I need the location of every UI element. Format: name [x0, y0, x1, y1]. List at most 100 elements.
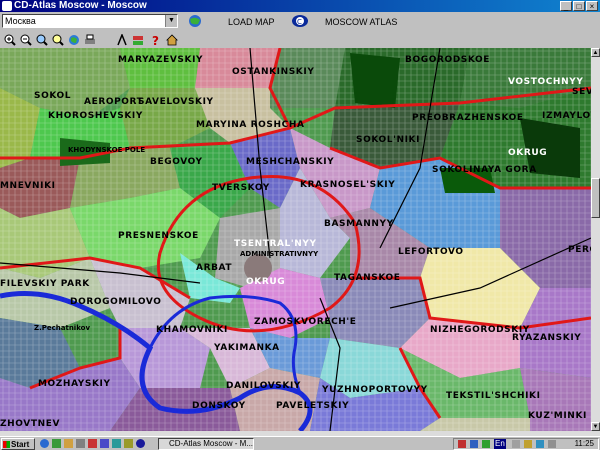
home-icon[interactable]	[166, 34, 178, 46]
help-icon[interactable]: ?	[150, 34, 162, 46]
district-label: DONSKOY	[192, 401, 246, 411]
park-area	[350, 53, 400, 108]
district-label: MESHCHANSKIY	[246, 157, 334, 167]
tray-icon[interactable]	[524, 440, 532, 448]
zoom-in-icon[interactable]	[4, 34, 16, 46]
app-shortcut-icon[interactable]	[124, 439, 133, 448]
language-indicator[interactable]: En	[494, 439, 506, 449]
start-button[interactable]: Start	[1, 438, 35, 450]
district-label: OKRUG	[508, 148, 547, 158]
district-label: SEV	[572, 87, 591, 97]
district-label: ADMINISTRATIVNYY	[240, 250, 319, 258]
district-label: BOGORODSKOE	[405, 55, 490, 65]
task-button-label: CD-Atlas Moscow - M...	[169, 439, 254, 448]
minimize-button[interactable]: _	[560, 1, 572, 11]
district-label: DOROGOMILOVO	[70, 297, 162, 307]
vertical-scrollbar[interactable]: ▲ ▼	[591, 48, 600, 431]
system-tray: En 11:25	[453, 438, 599, 450]
folder-icon[interactable]	[64, 439, 73, 448]
layers-icon[interactable]	[132, 34, 144, 46]
app-shortcut-icon[interactable]	[100, 439, 109, 448]
district-label: IZMAYLOV	[542, 111, 591, 121]
district-label: DANILOVSKIY	[226, 381, 301, 391]
district-label: KHODYNSKOE POLE	[68, 146, 145, 154]
scroll-up-arrow-icon[interactable]: ▲	[591, 48, 600, 57]
district-label: PAVELETSKIY	[276, 401, 349, 411]
city-select[interactable]: Москва ▼	[2, 14, 178, 28]
taskbar: Start CD-Atlas Moscow - M... En 11:25	[0, 436, 600, 450]
close-button[interactable]: ×	[586, 1, 598, 11]
district-label: BEGOVOY	[150, 157, 203, 167]
measure-icon[interactable]	[116, 34, 128, 46]
globe-icon[interactable]	[68, 34, 80, 46]
network-icon[interactable]	[536, 440, 544, 448]
moscow-atlas-link[interactable]: MOSCOW ATLAS	[325, 17, 397, 27]
district-label: TSENTRAL'NYY	[234, 239, 317, 249]
app-shortcut-icon[interactable]	[88, 439, 97, 448]
district-label: ZAMOSKVORECH'E	[254, 317, 357, 327]
quicklaunch-icon[interactable]	[52, 439, 61, 448]
district-label: VOSTOCHNYY	[508, 77, 583, 87]
district-label: MARYINA ROSHCHA	[196, 120, 305, 130]
district-label: MARYAZEVSKIY	[118, 55, 203, 65]
district-label: TEKSTIL'SHCHIKI	[446, 391, 541, 401]
load-map-icon[interactable]	[186, 14, 204, 28]
scroll-thumb[interactable]	[591, 178, 600, 218]
district-label: SAVELOVSKIY	[138, 97, 214, 107]
clock: 11:25	[574, 439, 594, 448]
app-icon	[2, 1, 12, 11]
search-icon[interactable]	[36, 34, 48, 46]
svg-text:C: C	[297, 18, 302, 26]
svg-text:?: ?	[152, 34, 159, 46]
district-label: ARBAT	[196, 263, 232, 273]
tray-icon[interactable]	[482, 440, 490, 448]
scroll-down-arrow-icon[interactable]: ▼	[591, 422, 600, 431]
app-shortcut-icon[interactable]	[112, 439, 121, 448]
district-label: OKRUG	[246, 277, 285, 287]
district-label: OSTANKINSKIY	[232, 67, 314, 77]
load-map-link[interactable]: LOAD MAP	[228, 17, 275, 27]
windows-logo-icon	[3, 441, 10, 448]
internet-explorer-icon[interactable]	[40, 439, 49, 448]
district-label: ZHOVTNEV	[0, 419, 60, 429]
zoom-out-icon[interactable]	[20, 34, 32, 46]
window-title: CD-Atlas Moscow - Moscow	[14, 0, 147, 11]
tray-icon[interactable]	[458, 440, 466, 448]
district-label: YUZHNOPORTOVYY	[321, 385, 428, 395]
district-label: SOKOL	[34, 91, 71, 101]
maximize-button[interactable]: □	[573, 1, 585, 11]
district-label: LEFORTOVO	[398, 247, 464, 257]
district-label: KRASNOSEL'SKIY	[300, 180, 395, 190]
district-label: BASMANNYY	[324, 219, 394, 229]
desktop-icon[interactable]	[76, 439, 85, 448]
atlas-shortcut-icon[interactable]	[136, 439, 145, 448]
district-label: KHAMOVNIKI	[156, 325, 228, 335]
start-label: Start	[11, 440, 30, 449]
district-label: PERO	[568, 245, 591, 255]
district-label: RYAZANSKIY	[512, 333, 581, 343]
task-button-atlas[interactable]: CD-Atlas Moscow - M...	[158, 438, 254, 450]
district-label: TVERSKOY	[212, 183, 270, 193]
find-icon[interactable]	[52, 34, 64, 46]
city-select-value: Москва	[5, 16, 36, 26]
tray-icon[interactable]	[470, 440, 478, 448]
district-label: MOZHAYSKIY	[38, 379, 111, 389]
district-label: SOKOL'NIKI	[356, 135, 420, 145]
district-label: AEROPORT	[84, 97, 144, 107]
tray-icon[interactable]	[548, 440, 556, 448]
print-icon[interactable]	[84, 34, 96, 46]
district-label: KHOROSHEVSKIY	[48, 111, 143, 121]
district-label: KUZ'MINKI	[528, 411, 587, 421]
district-label: FILEVSKIY PARK	[0, 279, 90, 289]
map-canvas[interactable]: MARYAZEVSKIY OSTANKINSKIY BOGORODSKOE VO…	[0, 48, 591, 431]
district-label: YAKIMANKA	[213, 343, 280, 353]
district-label: PRESNENSKOE	[118, 231, 199, 241]
district-label: PREOBRAZHENSKOE	[412, 113, 524, 123]
district-label: TAGANSKOE	[334, 273, 401, 283]
chevron-down-icon[interactable]: ▼	[165, 15, 177, 27]
speaker-icon[interactable]	[512, 440, 520, 448]
district-label: MNEVNIKI	[0, 181, 56, 191]
atlas-logo-icon[interactable]: C	[291, 14, 309, 28]
district-label: SOKOLINAYA GORA	[432, 165, 537, 175]
district-label: Z.Pechatnikov	[34, 324, 90, 332]
